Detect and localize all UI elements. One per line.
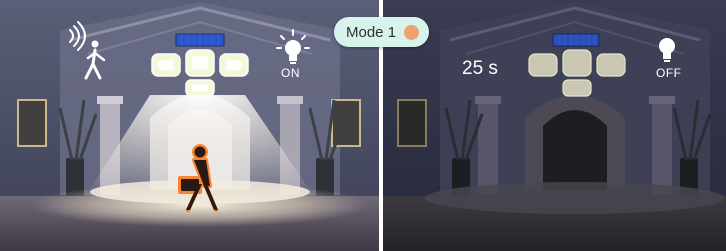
mode-indicator-dot [404, 24, 420, 40]
left-panel-scene [0, 0, 379, 251]
mode-badge: Mode 1 [334, 17, 430, 47]
mode-label: Mode 1 [346, 23, 397, 41]
comparison-illustration: Mode 1 ON 25 s OFF [0, 0, 726, 251]
light-status-on-label: ON [281, 66, 300, 80]
countdown-timer: 25 s [462, 58, 498, 79]
light-status-off-label: OFF [656, 66, 682, 80]
right-panel-scene [383, 0, 726, 251]
